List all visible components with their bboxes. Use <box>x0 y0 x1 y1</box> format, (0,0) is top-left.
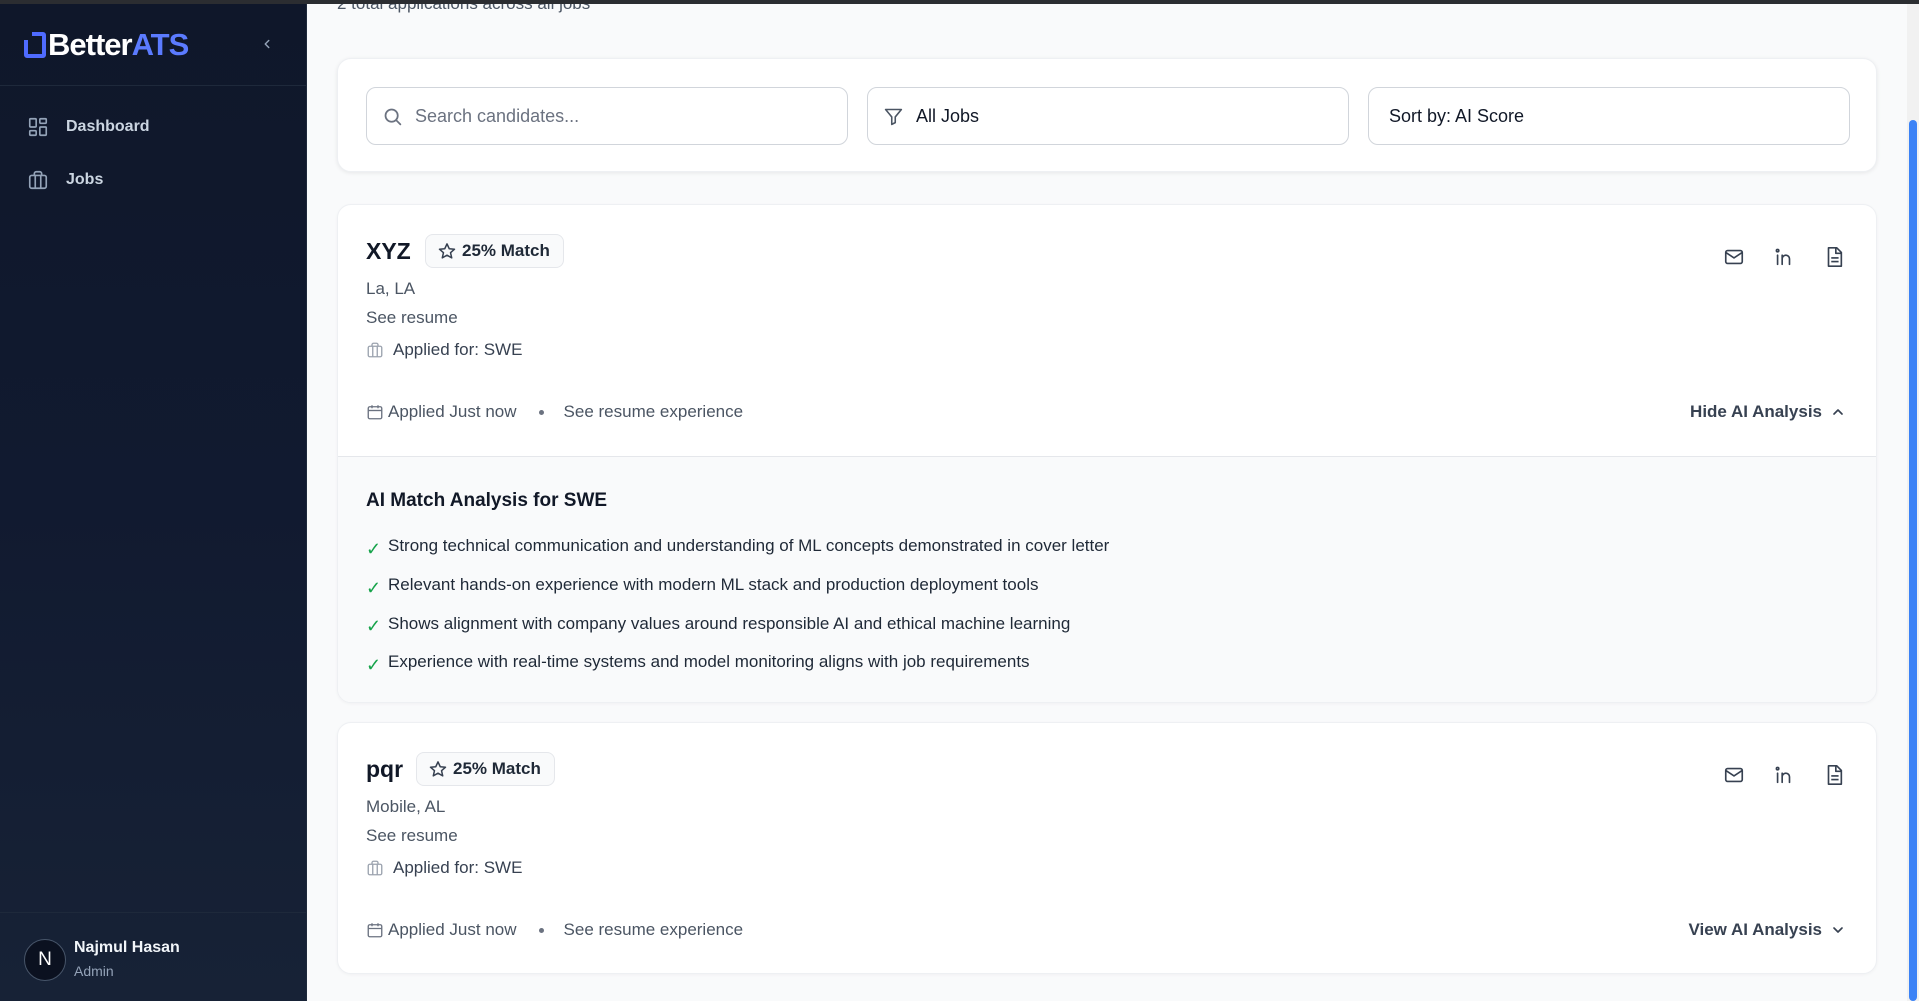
check-icon: ✓ <box>366 577 382 598</box>
analysis-item: ✓ Shows alignment with company values aro… <box>366 613 1071 637</box>
analysis-item: ✓ Strong technical communication and unde… <box>366 536 1110 559</box>
candidate-location: La, LA <box>366 279 416 298</box>
document-icon <box>1827 765 1843 785</box>
calendar-icon <box>367 405 383 420</box>
applied-for-text: Applied for: SWE <box>393 858 523 877</box>
scrollbar-thumb[interactable] <box>1909 120 1917 1001</box>
email-button[interactable] <box>1720 761 1748 789</box>
avatar: N <box>24 939 66 981</box>
mail-icon <box>1724 249 1744 265</box>
analysis-item: ✓ Relevant hands-on experience with moder… <box>366 575 1039 598</box>
toggle-label: Hide AI Analysis <box>1690 402 1822 421</box>
sidebar-item-label: Jobs <box>66 171 104 188</box>
sidebar-item-label: Dashboard <box>66 118 150 135</box>
resume-button[interactable] <box>1820 243 1848 271</box>
ai-analysis-panel: AI Match Analysis for SWE ✓ Strong techni… <box>338 456 1876 702</box>
candidate-actions <box>1698 761 1848 789</box>
match-score: 25% Match <box>453 759 541 778</box>
applied-for: Applied for: SWE <box>366 858 522 878</box>
applied-time: Applied Just now <box>388 402 517 421</box>
mail-icon <box>1724 767 1744 783</box>
hide-ai-analysis-button[interactable]: Hide AI Analysis <box>1690 402 1846 422</box>
check-icon: ✓ <box>366 654 382 675</box>
chevron-up-icon <box>1833 409 1843 415</box>
resume-experience-link[interactable]: See resume experience <box>564 920 744 940</box>
chevron-down-icon <box>1833 927 1843 933</box>
resume-button[interactable] <box>1820 761 1848 789</box>
sort-value: Sort by: AI Score <box>1389 105 1525 126</box>
candidate-card: pqr 25% Match Mobile, AL See resume Appl… <box>337 722 1877 974</box>
check-icon: ✓ <box>366 538 382 559</box>
main-content: 2 total applications across all jobs All… <box>307 0 1907 1001</box>
filter-icon <box>882 105 904 127</box>
separator-dot <box>538 409 544 415</box>
analysis-item: ✓ Experience with real-time systems and m… <box>366 652 1030 675</box>
star-icon <box>438 243 456 259</box>
search-input[interactable] <box>415 105 815 127</box>
search-field[interactable] <box>366 87 848 145</box>
logo-row: BetterATS <box>0 0 307 86</box>
briefcase-icon <box>367 342 383 358</box>
applied-for-text: Applied for: SWE <box>393 340 523 359</box>
filters-panel: All Jobs Sort by: AI Score <box>337 58 1877 172</box>
applied-time: Applied Just now <box>388 920 517 939</box>
calendar-icon <box>367 923 383 938</box>
check-icon: ✓ <box>366 616 382 637</box>
collapse-sidebar-button[interactable] <box>256 33 278 55</box>
window-top-border <box>0 0 1919 4</box>
star-icon <box>429 761 447 777</box>
scrollbar[interactable] <box>1907 0 1919 1001</box>
match-badge: 25% Match <box>416 752 555 786</box>
separator-dot <box>538 927 544 933</box>
analysis-title: AI Match Analysis for SWE <box>366 490 608 511</box>
candidate-meta: Applied Just now See resume experience <box>366 920 743 940</box>
match-badge: 25% Match <box>425 234 564 268</box>
job-filter-select[interactable]: All Jobs <box>867 87 1349 145</box>
sidebar-item-dashboard[interactable]: Dashboard <box>12 108 295 146</box>
see-resume-link[interactable]: See resume <box>366 308 458 328</box>
sidebar-item-jobs[interactable]: Jobs <box>12 161 295 199</box>
candidate-name[interactable]: pqr <box>366 756 403 783</box>
applied-for: Applied for: SWE <box>366 340 522 360</box>
candidate-meta: Applied Just now See resume experience <box>366 402 743 422</box>
document-icon <box>1827 247 1843 267</box>
briefcase-icon <box>26 168 50 192</box>
user-name: Najmul Hasan <box>74 939 180 956</box>
search-icon <box>381 105 403 127</box>
user-profile[interactable]: N Najmul Hasan Admin <box>0 912 307 1001</box>
toggle-label: View AI Analysis <box>1688 920 1822 939</box>
candidate-actions <box>1698 243 1848 271</box>
app-logo[interactable]: BetterATS <box>24 27 189 62</box>
sidebar: BetterATS Dashboard Jobs N Najmul Hasan … <box>0 0 307 1001</box>
see-resume-link[interactable]: See resume <box>366 826 458 846</box>
candidate-card: XYZ 25% Match La, LA See resume Applied … <box>337 204 1877 703</box>
job-filter-value: All Jobs <box>916 105 980 126</box>
linkedin-icon <box>1775 766 1791 784</box>
linkedin-button[interactable] <box>1770 243 1798 271</box>
analysis-list: ✓ Strong technical communication and unde… <box>366 527 1109 682</box>
sidebar-nav: Dashboard Jobs <box>12 108 295 214</box>
logo-mark-icon <box>24 32 46 58</box>
email-button[interactable] <box>1720 243 1748 271</box>
match-score: 25% Match <box>462 241 550 260</box>
linkedin-button[interactable] <box>1770 761 1798 789</box>
user-role: Admin <box>74 963 114 979</box>
candidate-name[interactable]: XYZ <box>366 238 411 265</box>
sort-select[interactable]: Sort by: AI Score <box>1368 87 1850 145</box>
chevron-left-icon <box>264 39 270 49</box>
resume-experience-link[interactable]: See resume experience <box>564 402 744 422</box>
view-ai-analysis-button[interactable]: View AI Analysis <box>1688 920 1846 940</box>
briefcase-icon <box>367 860 383 876</box>
linkedin-icon <box>1775 248 1791 266</box>
logo-text: BetterATS <box>48 27 189 62</box>
dashboard-grid-icon <box>26 115 50 139</box>
candidate-location: Mobile, AL <box>366 797 446 816</box>
